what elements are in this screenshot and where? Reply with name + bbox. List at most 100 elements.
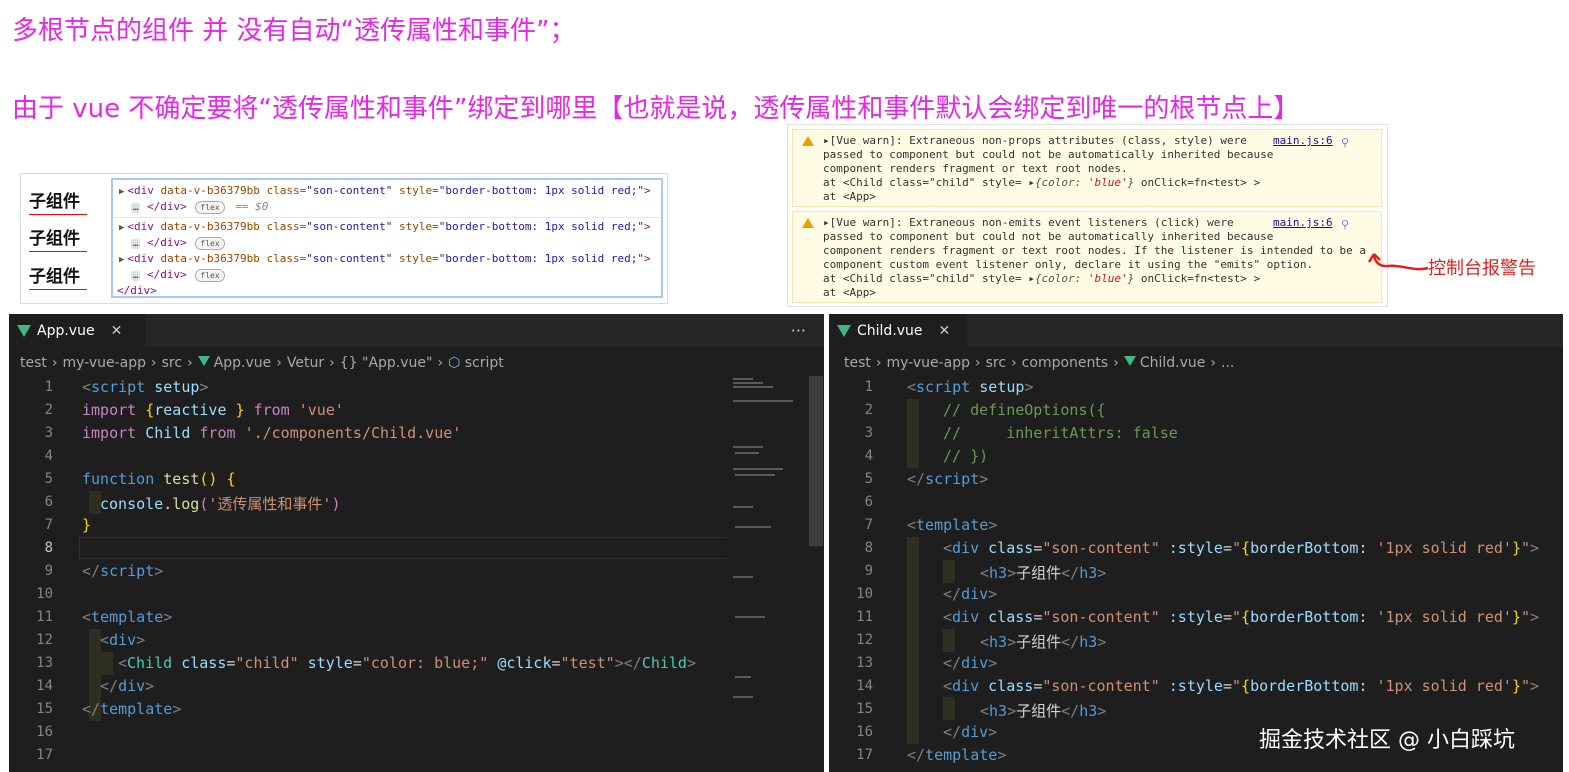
line-number: 10 — [36, 586, 53, 602]
magnifier-icon[interactable]: ⚲ — [1341, 218, 1349, 231]
breadcrumb-item[interactable]: src — [162, 355, 182, 371]
code-line-5: </script> — [907, 470, 989, 488]
code-line-8: <div class="son-content" :style="{border… — [943, 539, 1540, 557]
style-value: "border-bottom: 1px solid red;" — [438, 220, 645, 233]
line-number: 14 — [36, 678, 53, 694]
breadcrumb-item[interactable]: Child.vue — [1140, 355, 1206, 371]
console-panel: ▸[Vue warn]: Extraneous non-props attrib… — [787, 124, 1388, 307]
source-link[interactable]: main.js:6 — [1273, 216, 1333, 229]
line-number: 13 — [856, 655, 873, 671]
breadcrumb-item[interactable]: script — [465, 355, 504, 371]
more-actions-icon[interactable]: ··· — [791, 321, 806, 340]
class-value: "son-content" — [306, 252, 393, 265]
collapsed-content-badge[interactable]: … — [131, 239, 141, 249]
data-attr: data-v-b36379bb — [160, 184, 260, 197]
code-line-14: <div class="son-content" :style="{border… — [943, 677, 1540, 695]
line-number: 16 — [856, 724, 873, 740]
line-number: 8 — [864, 540, 873, 556]
flex-badge[interactable]: flex — [195, 201, 225, 214]
warning-icon — [802, 136, 814, 146]
dom-node-div-3[interactable]: ▶ <div data-v-b36379bb class="son-content… — [119, 252, 651, 265]
tab-child-vue[interactable]: Child.vue ✕ — [829, 314, 967, 347]
symbol-icon: ⬡ — [448, 355, 465, 371]
dom-node-close-2[interactable]: … </div> flex — [131, 236, 225, 250]
breadcrumb-item[interactable]: components — [1022, 355, 1109, 371]
code-line-10: </div> — [943, 585, 998, 603]
warning-trace-app: at <App> — [823, 286, 876, 299]
object-expand-icon[interactable]: ▸ — [1028, 176, 1035, 189]
console-warning-1[interactable]: ▸[Vue warn]: Extraneous non-props attrib… — [792, 129, 1382, 207]
tag-bracket: > — [644, 184, 651, 197]
breadcrumb-item[interactable]: test — [844, 355, 871, 371]
line-number: 4 — [864, 448, 873, 464]
close-icon[interactable]: ✕ — [939, 323, 951, 339]
breadcrumb-item[interactable]: src — [986, 355, 1006, 371]
line-number: 4 — [44, 448, 53, 464]
breadcrumb-item[interactable]: {} "App.vue" — [340, 355, 433, 371]
breadcrumb-item[interactable]: my-vue-app — [887, 355, 971, 371]
line-number: 5 — [44, 471, 53, 487]
heading-line-1: 多根节点的组件 并 没有自动“透传属性和事件”； — [12, 16, 576, 46]
dom-node-close-3[interactable]: … </div> flex — [131, 268, 225, 282]
collapsed-content-badge[interactable]: … — [131, 203, 141, 213]
line-number: 9 — [864, 563, 873, 579]
expand-triangle-icon[interactable]: ▶ — [119, 187, 124, 197]
magnifier-icon[interactable]: ⚲ — [1341, 136, 1349, 149]
indent-guide — [101, 652, 113, 675]
tag-close: </div> — [147, 268, 187, 281]
tab-label: Child.vue — [857, 322, 923, 339]
line-number: 15 — [856, 701, 873, 717]
code-line-13: </div> — [943, 654, 998, 672]
dom-node-close-1[interactable]: … </div> flex == $0 — [131, 200, 268, 214]
dom-node-div-1[interactable]: ▶ <div data-v-b36379bb class="son-content… — [119, 184, 651, 197]
data-attr: data-v-b36379bb — [160, 252, 260, 265]
editor-app-vue[interactable]: App.vue ✕ ··· test › my-vue-app › src › App.vu… — [9, 314, 824, 772]
divider — [113, 217, 661, 218]
vue-file-icon — [17, 324, 31, 337]
line-number: 6 — [864, 494, 873, 510]
devtools-elements-panel[interactable]: ▶ <div data-v-b36379bb class="son-content… — [111, 178, 663, 298]
object-expand-icon[interactable]: ▸ — [1028, 272, 1035, 285]
tab-app-vue[interactable]: App.vue ✕ — [9, 314, 145, 347]
source-link[interactable]: main.js:6 — [1273, 134, 1333, 147]
tab-bar: App.vue ✕ ··· — [9, 314, 824, 347]
indent-guide — [943, 629, 955, 652]
code-line-15: <h3>子组件</h3> — [980, 702, 1107, 720]
breadcrumb-item[interactable]: test — [20, 355, 47, 371]
code-line-6: console.log('透传属性和事件') — [100, 495, 341, 513]
line-number: 5 — [864, 471, 873, 487]
vue-file-icon — [837, 324, 851, 337]
warning-text-line: ▸[Vue warn]: Extraneous non-emits event … — [823, 216, 1234, 229]
editor-child-vue[interactable]: Child.vue ✕ test › my-vue-app › src › componen… — [829, 314, 1563, 772]
expand-triangle-icon[interactable]: ▶ — [119, 223, 124, 233]
minimap[interactable] — [727, 376, 807, 772]
dom-node-div-2[interactable]: ▶ <div data-v-b36379bb class="son-content… — [119, 220, 651, 233]
breadcrumb: test › my-vue-app › src › App.vue › Vetur ›{} "Ap… — [20, 355, 504, 371]
object-key: {color: — [1034, 176, 1088, 189]
collapsed-content-badge[interactable]: … — [131, 271, 141, 281]
flex-badge[interactable]: flex — [195, 269, 225, 282]
dom-node-outer-close[interactable]: </div> — [117, 284, 157, 297]
breadcrumb-item[interactable]: my-vue-app — [63, 355, 147, 371]
code-line-4: // }) — [943, 447, 989, 465]
line-number: 1 — [864, 379, 873, 395]
vertical-scrollbar[interactable] — [809, 376, 823, 546]
expand-triangle-icon[interactable]: ▶ — [119, 255, 124, 265]
breadcrumb-item[interactable]: App.vue — [214, 355, 272, 371]
console-warning-2[interactable]: ▸[Vue warn]: Extraneous non-emits event … — [792, 211, 1382, 303]
breadcrumb-item[interactable]: Vetur — [287, 355, 324, 371]
style-value: "border-bottom: 1px solid red;" — [438, 252, 645, 265]
indent-guide — [943, 697, 955, 720]
warning-text-line: component renders fragment or text root … — [823, 162, 1128, 175]
flex-badge[interactable]: flex — [195, 237, 225, 250]
trace-suffix: onClick=fn<test> > — [1134, 176, 1261, 189]
trace-suffix: onClick=fn<test> > — [1134, 272, 1261, 285]
child-h3-3: 子组件 — [29, 262, 87, 290]
code-line-3: // inheritAttrs: false — [943, 424, 1178, 442]
code-line-12: <h3>子组件</h3> — [980, 633, 1107, 651]
tab-bar: Child.vue ✕ — [829, 314, 1563, 347]
close-icon[interactable]: ✕ — [111, 323, 123, 339]
breadcrumb-item[interactable]: ... — [1221, 355, 1234, 371]
line-number: 9 — [44, 563, 53, 579]
rendered-output: 子组件 子组件 子组件 — [21, 174, 111, 303]
